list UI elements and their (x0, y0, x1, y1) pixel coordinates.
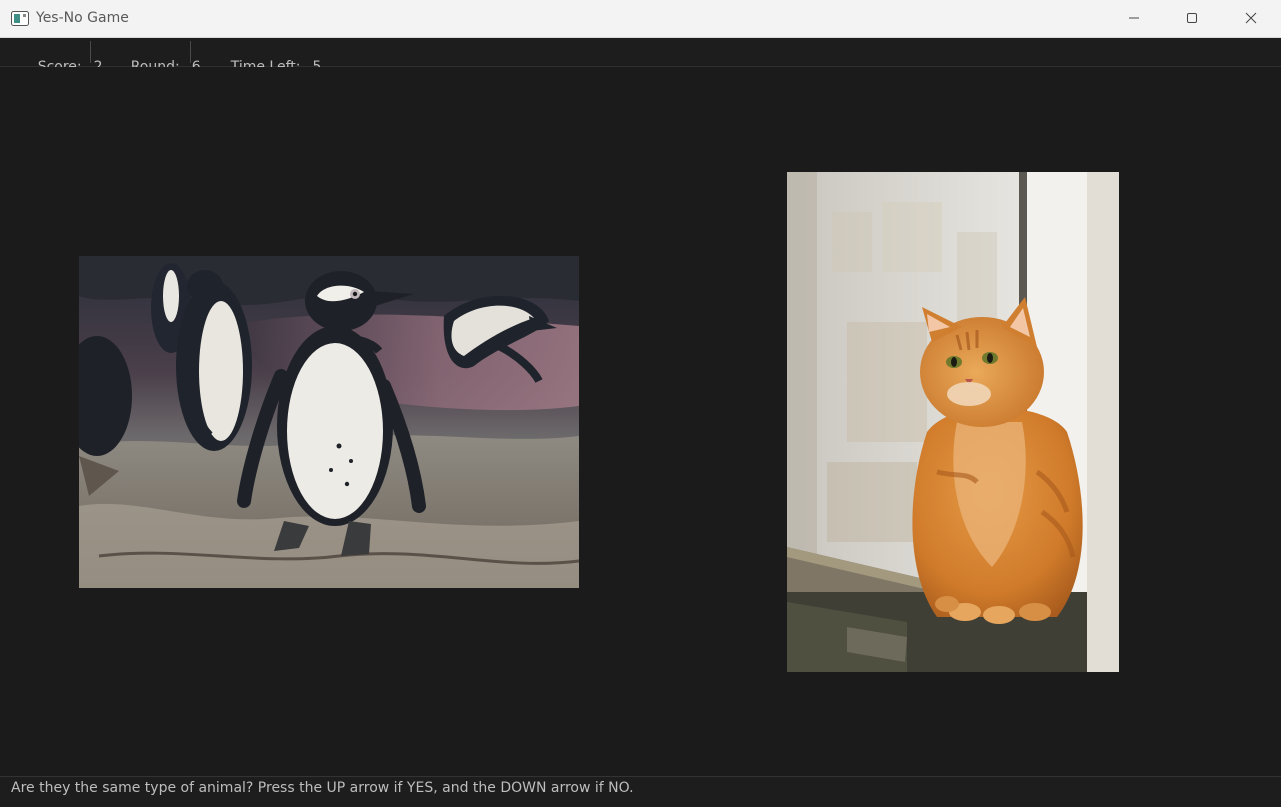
penguin-photo (79, 256, 579, 588)
app-window-icon (11, 11, 29, 26)
instruction-text: Are they the same type of animal? Press … (11, 780, 634, 796)
maximize-button[interactable] (1163, 0, 1221, 37)
cat-photo (787, 172, 1119, 672)
status-divider (90, 41, 91, 63)
close-button[interactable] (1222, 0, 1280, 37)
instruction-bar: Are they the same type of animal? Press … (0, 776, 1281, 807)
game-window: Yes-No Game Score:2 Round:6 Time Left (0, 0, 1281, 807)
maximize-icon (1186, 9, 1198, 28)
status-divider (190, 41, 191, 63)
game-area (1, 67, 1280, 776)
title-bar[interactable]: Yes-No Game (0, 0, 1281, 38)
left-animal-image (79, 256, 579, 588)
close-icon (1245, 9, 1257, 28)
status-bar: Score:2 Round:6 Time Left:5 (0, 38, 1281, 75)
right-animal-image (787, 172, 1119, 672)
window-title: Yes-No Game (36, 10, 129, 26)
minimize-button[interactable] (1105, 0, 1163, 37)
minimize-icon (1128, 9, 1140, 28)
